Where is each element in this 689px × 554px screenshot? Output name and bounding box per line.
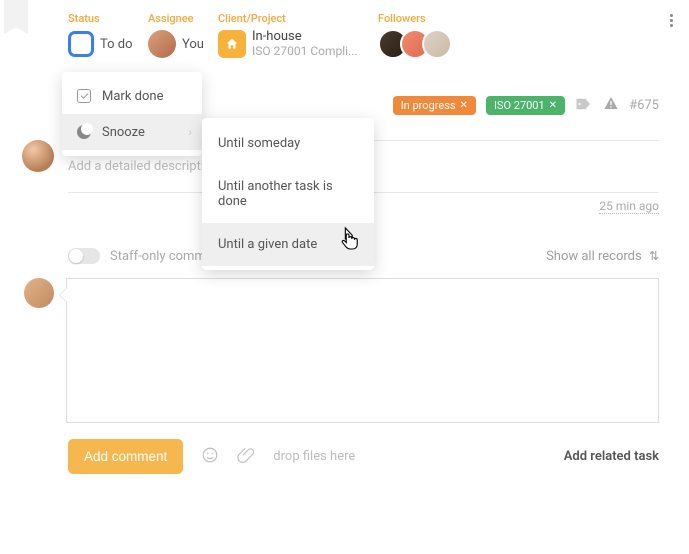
check-icon	[77, 89, 91, 103]
chevron-right-icon: ›	[188, 125, 192, 139]
tag-iso[interactable]: ISO 27001 ✕	[486, 96, 565, 115]
menu-label: Mark done	[102, 89, 163, 104]
status-cell[interactable]: To do	[68, 31, 148, 57]
tag-add-icon[interactable]	[575, 96, 593, 115]
close-icon[interactable]: ✕	[460, 100, 468, 111]
status-value: To do	[100, 37, 133, 52]
timestamp: 25 min ago	[599, 199, 659, 214]
snooze-item-given-date[interactable]: Until a given date	[202, 223, 374, 266]
warning-icon[interactable]	[603, 95, 619, 115]
drop-files-label: drop files here	[273, 449, 355, 464]
tag-label: ISO 27001	[494, 99, 545, 112]
home-icon	[218, 30, 246, 58]
menu-label: Until a given date	[218, 237, 317, 252]
task-id: #675	[629, 98, 659, 113]
project-header-label: Client/Project	[218, 12, 378, 25]
menu-label: Snooze	[102, 125, 145, 140]
comment-author-avatar	[24, 278, 54, 308]
followers-list[interactable]	[378, 29, 659, 59]
comment-input[interactable]	[66, 278, 659, 423]
menu-label: Until another task is done	[218, 179, 358, 209]
staff-only-toggle[interactable]	[68, 248, 100, 264]
menu-item-snooze[interactable]: Snooze ›	[62, 114, 202, 150]
assignee-avatar	[148, 30, 176, 58]
moon-icon	[77, 125, 91, 139]
status-context-menu: Mark done Snooze ›	[62, 72, 202, 156]
menu-item-mark-done[interactable]: Mark done	[62, 78, 202, 114]
status-header-label: Status	[68, 12, 148, 25]
status-checkbox[interactable]	[68, 31, 94, 57]
add-related-task-button[interactable]: Add related task	[564, 449, 659, 464]
project-subtitle: ISO 27001 Compli...	[252, 45, 358, 59]
menu-label: Until someday	[218, 136, 300, 151]
tag-label: In progress	[401, 99, 456, 112]
followers-header-label: Followers	[378, 12, 659, 25]
sort-icon[interactable]: ⇅	[649, 249, 659, 263]
snooze-item-another-task[interactable]: Until another task is done	[202, 165, 374, 223]
close-icon[interactable]: ✕	[549, 100, 557, 111]
project-title: In-house	[252, 30, 358, 45]
project-cell[interactable]: In-house ISO 27001 Compli...	[218, 30, 378, 59]
add-comment-button[interactable]: Add comment	[68, 439, 183, 474]
tag-in-progress[interactable]: In progress ✕	[393, 96, 476, 115]
snooze-item-someday[interactable]: Until someday	[202, 122, 374, 165]
emoji-icon[interactable]	[201, 446, 219, 468]
assignee-cell[interactable]: You	[148, 30, 218, 58]
assignee-value: You	[182, 37, 204, 52]
assignee-header-label: Assignee	[148, 12, 218, 25]
follower-avatar[interactable]	[422, 29, 452, 59]
attachment-icon[interactable]	[237, 446, 255, 468]
snooze-submenu: Until someday Until another task is done…	[202, 118, 374, 270]
show-all-records-button[interactable]: Show all records	[546, 249, 642, 264]
